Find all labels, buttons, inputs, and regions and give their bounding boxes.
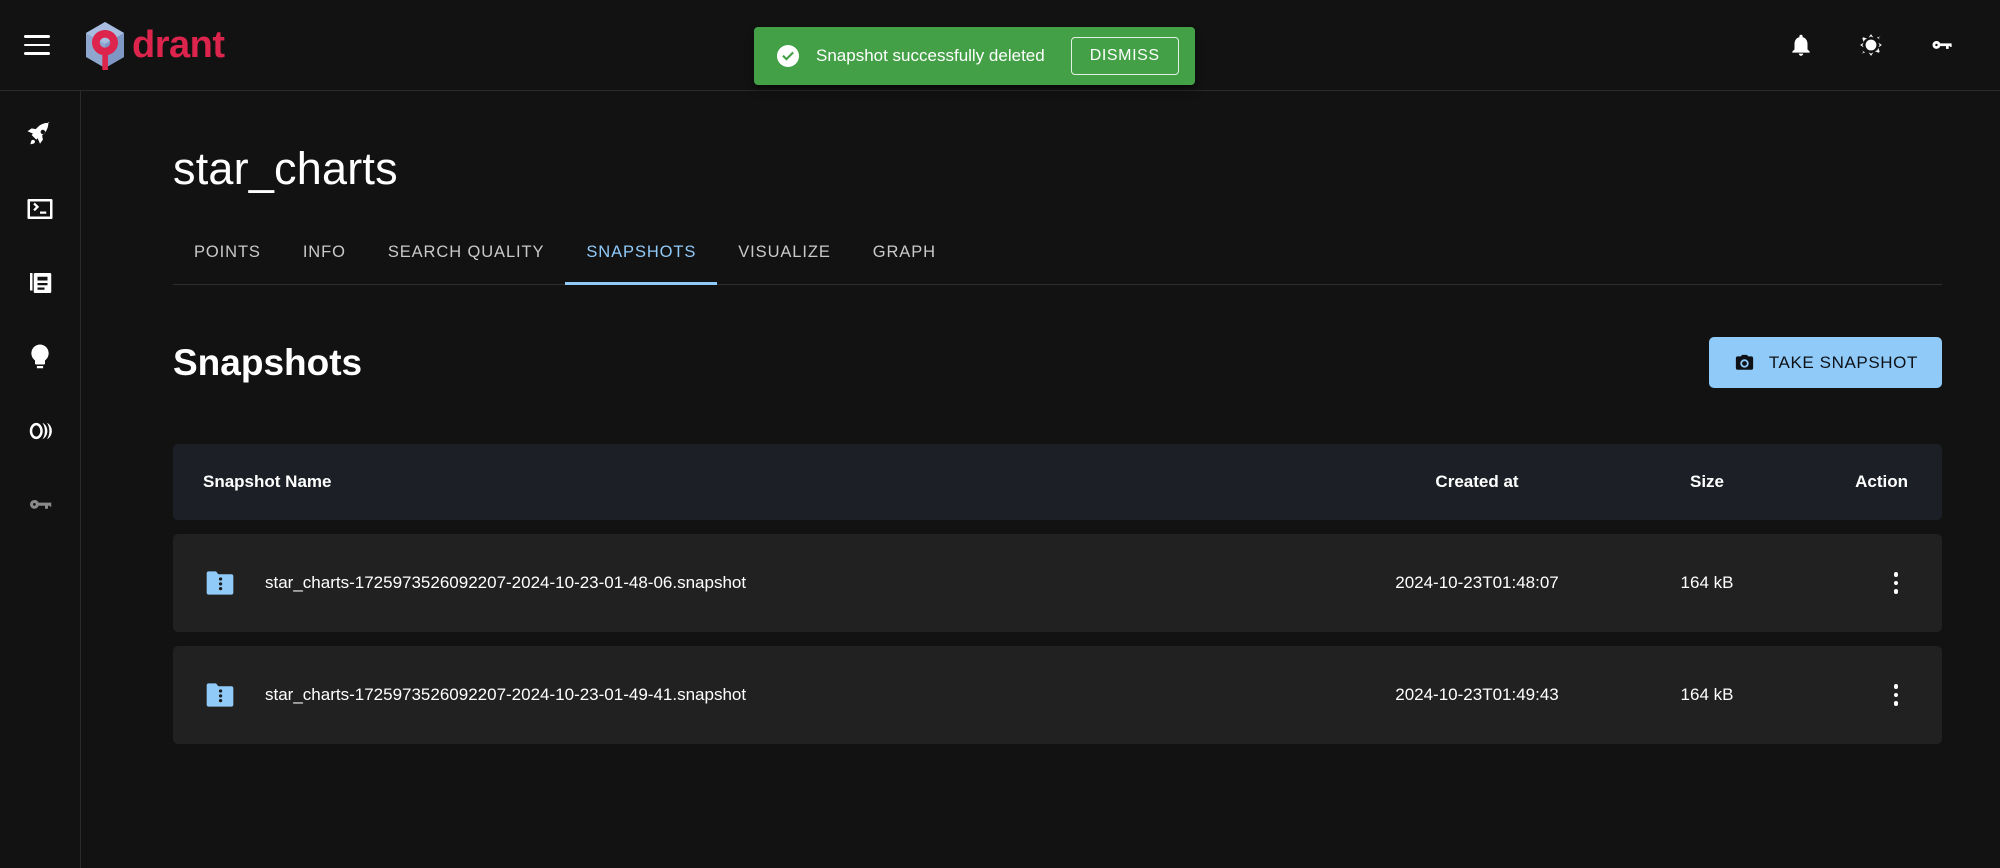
- brand-logo-link[interactable]: drant: [82, 20, 225, 70]
- more-vertical-icon[interactable]: [1880, 679, 1912, 711]
- table-row[interactable]: star_charts-1725973526092207-2024-10-23-…: [173, 646, 1942, 744]
- toast-notification: Snapshot successfully deleted DISMISS: [754, 27, 1195, 85]
- toast-message: Snapshot successfully deleted: [816, 46, 1045, 65]
- hamburger-menu-icon[interactable]: [14, 22, 60, 68]
- tab-points[interactable]: POINTS: [173, 233, 282, 285]
- snapshot-size: 164 kB: [1680, 573, 1734, 592]
- column-header-name: Snapshot Name: [203, 472, 332, 491]
- more-vertical-icon[interactable]: [1880, 567, 1912, 599]
- left-sidebar: [0, 91, 81, 868]
- tab-search-quality[interactable]: SEARCH QUALITY: [367, 233, 566, 285]
- tab-graph[interactable]: GRAPH: [852, 233, 957, 285]
- sidebar-item-datasets[interactable]: [18, 409, 62, 453]
- sidebar-item-collections[interactable]: [18, 261, 62, 305]
- snapshot-action-cell: [1792, 679, 1912, 711]
- content-wrapper: star_charts POINTS INFO SEARCH QUALITY S…: [81, 143, 1942, 744]
- sidebar-item-welcome[interactable]: [18, 113, 62, 157]
- tab-visualize[interactable]: VISUALIZE: [717, 233, 851, 285]
- qdrant-dashboard: drant Snapshot successfully deleted DISM…: [0, 0, 2000, 868]
- snapshot-size: 164 kB: [1680, 685, 1734, 704]
- sun-icon[interactable]: [1854, 28, 1888, 62]
- main-content: star_charts POINTS INFO SEARCH QUALITY S…: [81, 91, 2000, 868]
- key-icon: [30, 499, 52, 509]
- snapshot-created-at: 2024-10-23T01:49:43: [1395, 685, 1559, 704]
- check-circle-icon: [777, 45, 799, 67]
- body: star_charts POINTS INFO SEARCH QUALITY S…: [0, 91, 2000, 868]
- appbar-actions: [1784, 28, 1958, 62]
- snapshot-name: star_charts-1725973526092207-2024-10-23-…: [265, 573, 747, 592]
- take-snapshot-button[interactable]: TAKE SNAPSHOT: [1708, 337, 1942, 388]
- snapshot-name: star_charts-1725973526092207-2024-10-23-…: [265, 685, 747, 704]
- column-header-created-at: Created at: [1435, 472, 1519, 491]
- snapshot-name-cell: star_charts-1725973526092207-2024-10-23-…: [203, 678, 1332, 712]
- console-icon: [27, 199, 53, 219]
- snapshot-name-cell: star_charts-1725973526092207-2024-10-23-…: [203, 566, 1332, 600]
- snapshot-action-cell: [1792, 567, 1912, 599]
- sidebar-item-console[interactable]: [18, 187, 62, 231]
- collection-tabs: POINTS INFO SEARCH QUALITY SNAPSHOTS VIS…: [173, 233, 1942, 285]
- sidebar-item-api-key[interactable]: [18, 483, 62, 527]
- snapshots-section-header: Snapshots TAKE SNAPSHOT: [173, 337, 1942, 388]
- collections-icon: [30, 273, 52, 293]
- rocket-icon: [27, 121, 50, 145]
- column-header-size: Size: [1689, 472, 1725, 491]
- snapshot-folder-icon: [206, 571, 234, 595]
- snapshot-folder-icon: [206, 683, 234, 707]
- bell-icon[interactable]: [1784, 28, 1818, 62]
- table-header-row: Snapshot Name Created at Size Action: [173, 444, 1942, 520]
- page-title: star_charts: [173, 143, 398, 194]
- sidebar-item-tutorial[interactable]: [18, 335, 62, 379]
- camera-icon: [1735, 354, 1753, 370]
- column-header-action: Action: [1855, 472, 1908, 491]
- dismiss-button[interactable]: DISMISS: [1070, 37, 1179, 75]
- brand-name: drant: [132, 24, 225, 66]
- table-row[interactable]: star_charts-1725973526092207-2024-10-23-…: [173, 534, 1942, 632]
- snapshots-table: Snapshot Name Created at Size Action sta…: [173, 444, 1942, 744]
- qdrant-logo-icon: [86, 22, 124, 70]
- snapshot-created-at: 2024-10-23T01:48:07: [1395, 573, 1559, 592]
- take-snapshot-label: TAKE SNAPSHOT: [1768, 352, 1918, 372]
- datasets-icon: [29, 422, 52, 440]
- key-icon[interactable]: [1924, 28, 1958, 62]
- tab-info[interactable]: INFO: [282, 233, 367, 285]
- tab-snapshots[interactable]: SNAPSHOTS: [565, 233, 718, 285]
- lightbulb-icon: [31, 344, 49, 369]
- section-title: Snapshots: [173, 341, 363, 383]
